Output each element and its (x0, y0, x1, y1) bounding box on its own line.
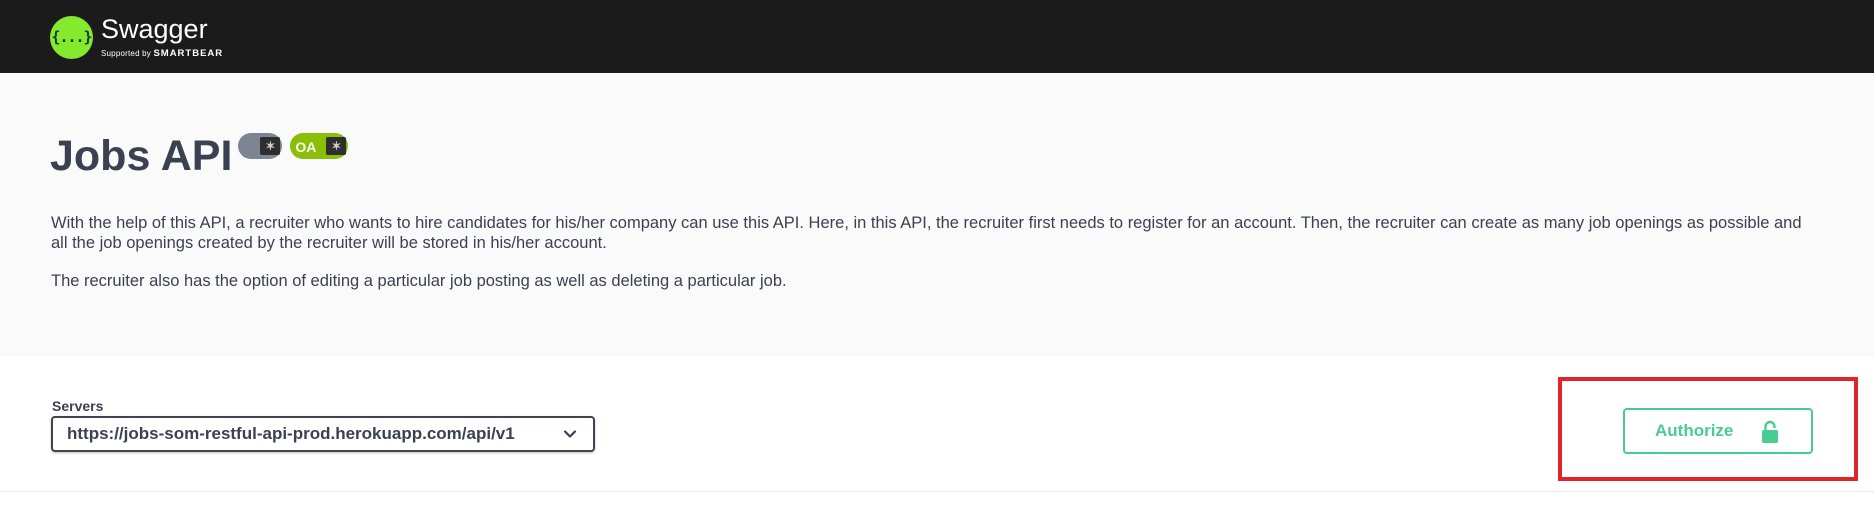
broken-image-icon: ✶ (326, 137, 347, 155)
smartbear-text: SMARTBEAR (153, 47, 224, 59)
servers-label: Servers (52, 398, 104, 414)
authorize-label: Authorize (1655, 421, 1734, 440)
chevron-down-icon (563, 427, 577, 441)
brand-name: Swagger (101, 13, 208, 44)
api-info-section: Jobs API ✶ OA ✶ With the help of this AP… (0, 73, 1874, 356)
servers-select[interactable]: https://jobs-som-restful-api-prod.heroku… (51, 416, 595, 452)
lock-icon (1761, 420, 1779, 444)
brand-subtitle: Supported by SMARTBEAR (101, 49, 223, 59)
oas-badge: OA ✶ (290, 133, 349, 159)
version-badge: ✶ (238, 133, 283, 159)
oas-badge-text: OA (295, 139, 317, 155)
swagger-logo-link[interactable]: {...} Swagger Supported by SMARTBEAR (50, 10, 223, 64)
api-title: Jobs API (50, 132, 233, 180)
top-bar: {...} Swagger Supported by SMARTBEAR (0, 0, 1874, 73)
description-paragraph: With the help of this API, a recruiter w… (51, 214, 1802, 252)
api-description: With the help of this API, a recruiter w… (51, 213, 1811, 309)
selected-server: https://jobs-som-restful-api-prod.heroku… (67, 424, 515, 443)
bottom-divider (0, 491, 1874, 510)
description-paragraph: The recruiter also has the option of edi… (51, 272, 787, 290)
authorize-button[interactable]: Authorize (1623, 408, 1813, 454)
title-row: Jobs API ✶ OA ✶ (50, 132, 349, 180)
broken-image-icon: ✶ (260, 137, 281, 155)
brand-text: Swagger Supported by SMARTBEAR (101, 13, 223, 59)
swagger-logo-icon: {...} (50, 15, 93, 59)
supported-by-text: Supported by (101, 48, 151, 58)
